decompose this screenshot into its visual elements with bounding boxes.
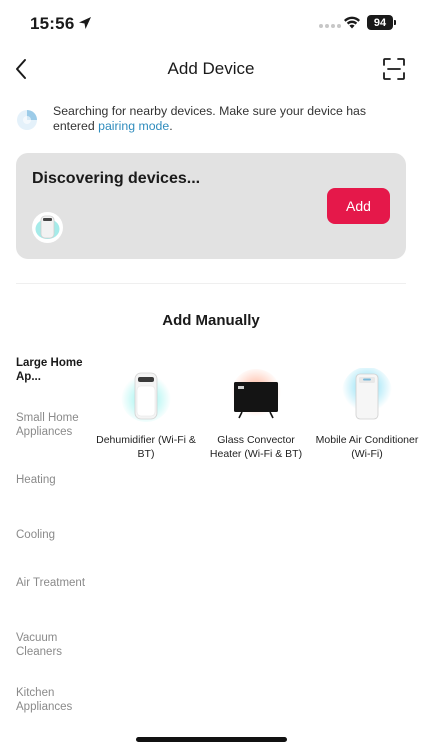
mobile-air-conditioner-icon <box>342 367 392 420</box>
device-glass-convector-heater[interactable]: Glass Convector Heater (Wi-Fi & BT) <box>201 368 311 461</box>
search-info-end: . <box>169 119 173 133</box>
wifi-icon <box>344 16 360 29</box>
device-dehumidifier[interactable]: Dehumidifier (Wi-Fi & BT) <box>91 368 201 461</box>
device-mobile-air-conditioner[interactable]: Mobile Air Conditioner (Wi-Fi) <box>312 367 422 461</box>
location-arrow-icon <box>79 17 91 29</box>
dehumidifier-icon <box>35 215 60 239</box>
device-label: Mobile Air Conditioner (Wi-Fi) <box>315 434 419 460</box>
dehumidifier-icon <box>121 372 171 422</box>
battery-indicator: 94 <box>367 15 396 30</box>
search-info: Searching for nearby devices. Make sure … <box>16 104 406 134</box>
device-label: Dehumidifier (Wi-Fi & BT) <box>96 434 196 460</box>
status-bar: 15:56 94 <box>0 0 422 48</box>
device-label: Glass Convector Heater (Wi-Fi & BT) <box>209 434 303 460</box>
category-air-treatment[interactable]: Air Treatment <box>16 576 90 590</box>
discovering-card: Discovering devices... Add <box>16 153 406 259</box>
category-vacuum-cleaners[interactable]: Vacuum Cleaners <box>16 631 90 659</box>
add-button[interactable]: Add <box>327 188 390 224</box>
search-info-text: Searching for nearby devices. Make sure … <box>53 104 406 134</box>
pairing-mode-link[interactable]: pairing mode <box>98 119 169 133</box>
status-time: 15:56 <box>30 14 75 33</box>
header: Add Device <box>0 50 422 88</box>
searching-spinner-icon <box>17 110 37 130</box>
glass-convector-heater-icon <box>231 369 281 419</box>
add-device-screen: 15:56 94 Add Device Searching for nearby… <box>0 0 422 750</box>
category-large-home-appliances[interactable]: Large Home Ap... <box>16 356 90 384</box>
category-cooling[interactable]: Cooling <box>16 528 90 542</box>
category-heating[interactable]: Heating <box>16 473 90 487</box>
cellular-signal-icon <box>319 24 341 28</box>
page-title: Add Device <box>167 59 255 78</box>
scan-frame-icon[interactable] <box>382 57 406 81</box>
battery-level: 94 <box>367 15 393 30</box>
add-manually-title: Add Manually <box>162 312 260 329</box>
discovered-device-avatar <box>32 212 63 243</box>
home-indicator <box>136 737 287 742</box>
divider <box>16 283 406 284</box>
category-kitchen-appliances[interactable]: Kitchen Appliances <box>16 686 90 714</box>
category-small-home-appliances[interactable]: Small Home Appliances <box>16 411 90 439</box>
discovering-title: Discovering devices... <box>32 170 201 187</box>
